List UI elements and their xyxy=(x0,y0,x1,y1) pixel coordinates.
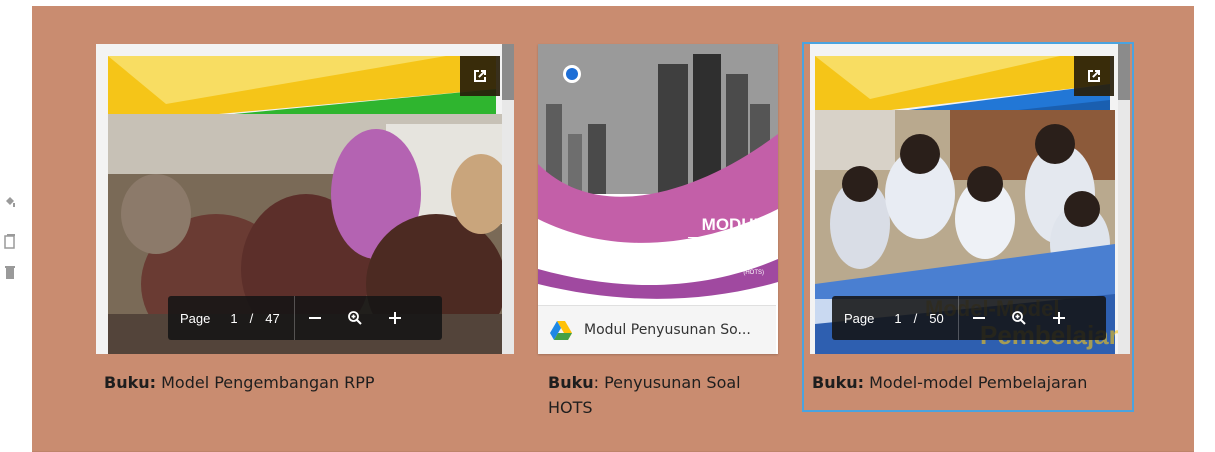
pdf-viewer-pembelajaran[interactable]: Pembelajaran Model-Model Page 1 / 50 xyxy=(810,44,1130,354)
google-drive-icon xyxy=(550,321,572,340)
zoom-out-button[interactable] xyxy=(959,296,999,340)
paint-bucket-icon[interactable] xyxy=(4,195,16,209)
cover-subtitle: PENYUSUNAN SOAL xyxy=(685,245,765,254)
zoom-in-button[interactable] xyxy=(375,296,415,340)
book-title-hots: Buku: Penyusunan Soal HOTS xyxy=(548,370,768,420)
open-in-new-icon xyxy=(474,70,486,82)
book-gallery-section: Page 1 / 47 Buku: Model Pengembangan RPP… xyxy=(32,6,1194,452)
current-page-input[interactable]: 1 xyxy=(888,311,907,326)
page-label: Page xyxy=(844,310,875,326)
zoom-in-icon xyxy=(1011,311,1026,325)
zoom-button[interactable] xyxy=(999,296,1039,340)
book-card-hots: MODUL PENYUSUNAN SOAL HIGHER ORDER THINK… xyxy=(538,44,778,434)
page-controls: Page 1 / 47 xyxy=(168,296,442,340)
popout-button[interactable] xyxy=(1074,56,1114,96)
open-in-new-icon xyxy=(1088,70,1100,82)
title-text: : Penyusunan Soal xyxy=(593,373,741,392)
page-separator: / xyxy=(249,310,254,326)
total-pages: 47 xyxy=(265,310,280,326)
minus-icon xyxy=(972,317,985,319)
duplicate-icon[interactable] xyxy=(4,233,16,249)
title-prefix: Buku: xyxy=(812,373,865,392)
title-text-line2: HOTS xyxy=(548,398,593,417)
book-card-pembelajaran: Pembelajaran Model-Model Page 1 / 50 xyxy=(802,42,1134,414)
page-label: Page xyxy=(180,310,211,326)
drive-preview-hots[interactable]: MODUL PENYUSUNAN SOAL HIGHER ORDER THINK… xyxy=(538,44,778,354)
cover-image-hots: MODUL PENYUSUNAN SOAL HIGHER ORDER THINK… xyxy=(538,44,778,306)
scrollbar-thumb[interactable] xyxy=(502,44,514,100)
scrollbar-thumb[interactable] xyxy=(1118,44,1130,100)
plus-icon xyxy=(388,312,401,324)
page-separator: / xyxy=(913,310,918,326)
trash-icon[interactable] xyxy=(4,265,16,279)
viewer-scrollbar[interactable] xyxy=(1118,44,1130,354)
title-prefix: Buku: xyxy=(104,373,157,392)
cover-subtitle-3: (HOTS) xyxy=(743,270,764,276)
minus-icon xyxy=(308,317,321,319)
book-title-pembelajaran: Buku: Model-model Pembelajaran xyxy=(812,370,1128,395)
cover-subtitle-2: HIGHER ORDER THINKING SKILL xyxy=(669,260,765,266)
cover-heading: MODUL xyxy=(702,215,764,234)
drive-file-name: Modul Penyusunan So... xyxy=(584,322,751,338)
title-text: Model-model Pembelajaran xyxy=(864,373,1088,392)
zoom-in-button[interactable] xyxy=(1039,296,1079,340)
drive-file-bar[interactable]: Modul Penyusunan So... xyxy=(538,305,776,354)
book-card-rpp: Page 1 / 47 Buku: Model Pengembangan RPP xyxy=(96,44,514,404)
current-page-input[interactable]: 1 xyxy=(224,311,243,326)
pdf-viewer-rpp[interactable]: Page 1 / 47 xyxy=(96,44,514,354)
title-text: Model Pengembangan RPP xyxy=(156,373,375,392)
zoom-button[interactable] xyxy=(335,296,375,340)
popout-button[interactable] xyxy=(460,56,500,96)
book-title-rpp: Buku: Model Pengembangan RPP xyxy=(104,370,504,395)
page-controls: Page 1 / 50 xyxy=(832,296,1106,340)
total-pages: 50 xyxy=(929,310,944,326)
zoom-in-icon xyxy=(347,311,362,325)
viewer-scrollbar[interactable] xyxy=(502,44,514,354)
title-prefix: Buku xyxy=(548,373,594,392)
zoom-out-button[interactable] xyxy=(295,296,335,340)
plus-icon xyxy=(1052,312,1065,324)
